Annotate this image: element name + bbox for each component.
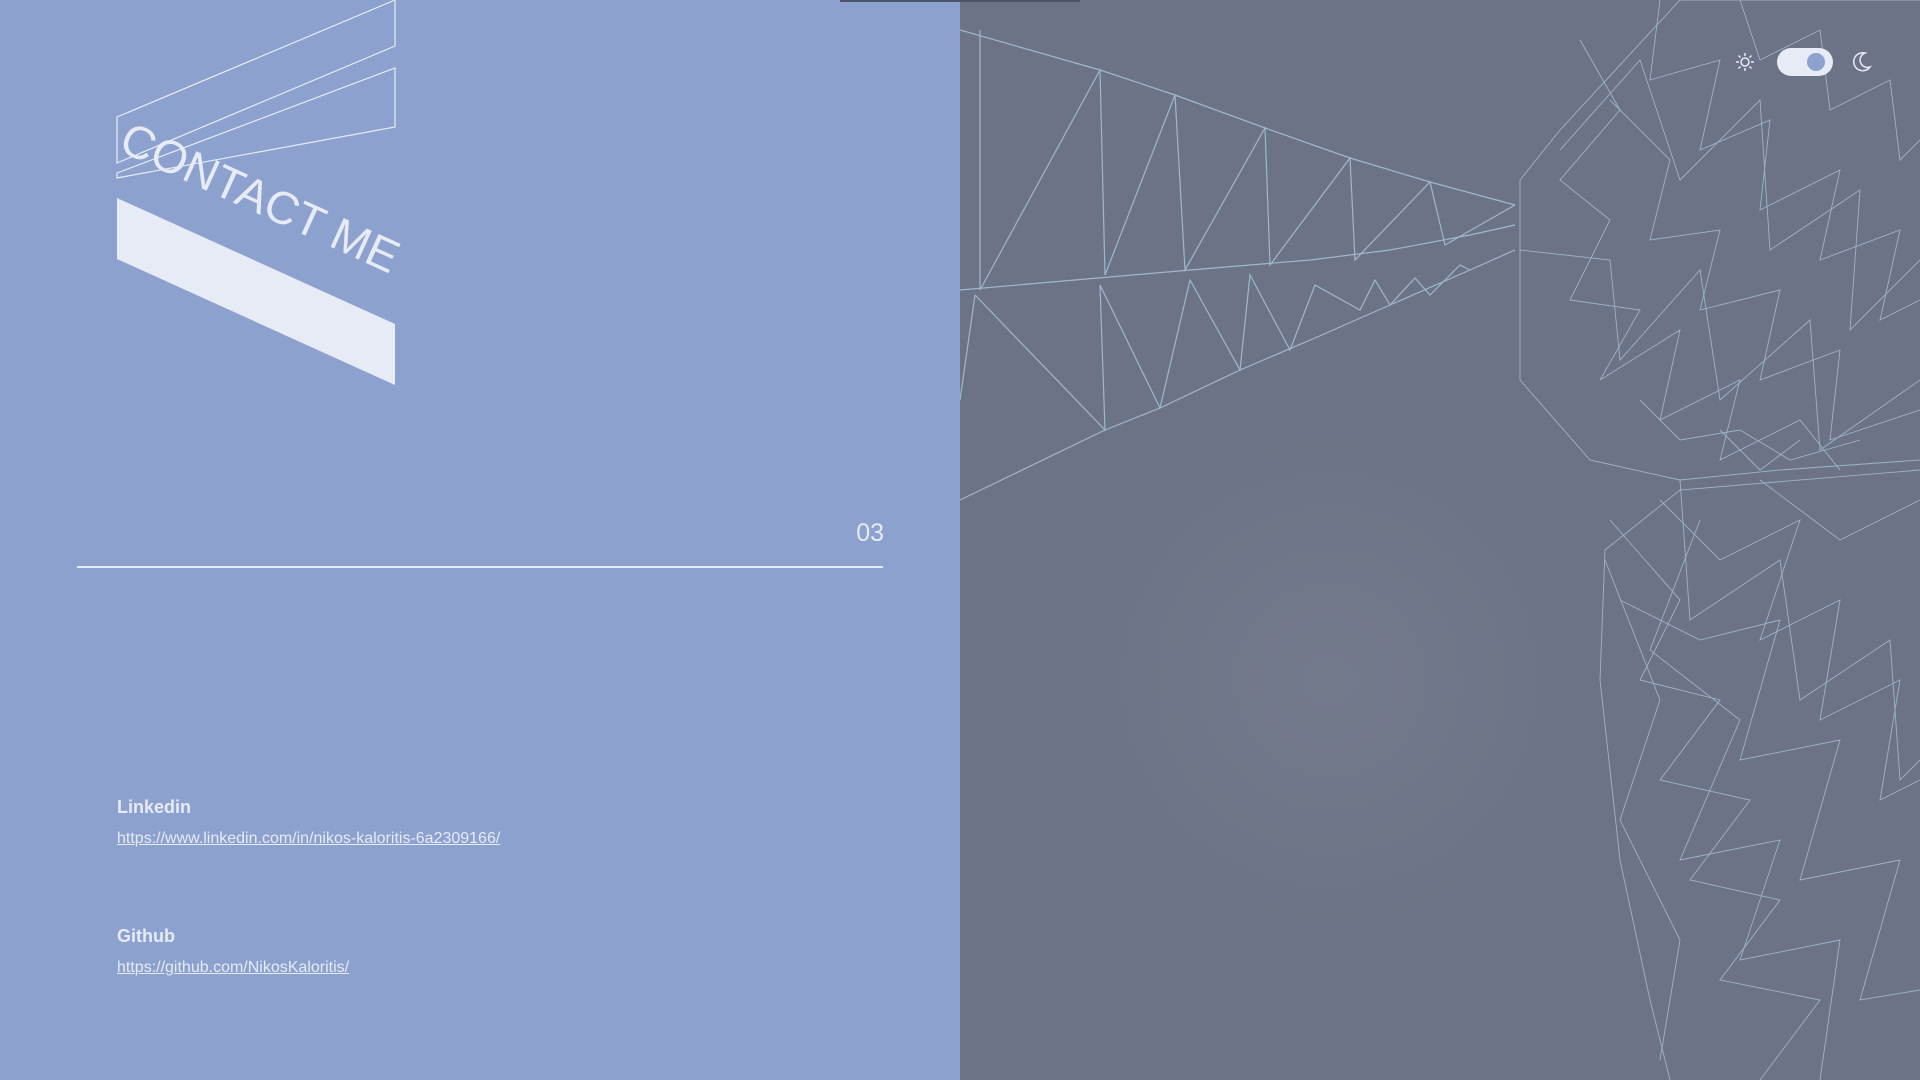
github-contact: Github https://github.com/NikosKaloritis… [117,926,349,977]
sun-icon[interactable] [1735,52,1755,72]
top-indicator-bar [840,0,1080,2]
contact-heading-graphic: CONTACT ME [113,0,407,385]
linkedin-contact: Linkedin https://www.linkedin.com/in/nik… [117,797,500,848]
wireframe-panel [960,0,1920,1080]
background-glow [1070,420,1590,940]
theme-toggle[interactable] [1777,48,1833,76]
github-label: Github [117,926,175,946]
github-link[interactable]: https://github.com/NikosKaloritis/ [117,959,349,977]
moon-icon[interactable] [1852,51,1872,73]
contact-panel: CONTACT ME 03 Linkedin https://www.linke… [0,0,960,1080]
linkedin-label: Linkedin [117,797,192,817]
section-number: 03 [856,519,884,547]
toggle-knob [1807,53,1825,71]
linkedin-link[interactable]: https://www.linkedin.com/in/nikos-kalori… [117,830,500,848]
section-divider [77,566,883,568]
theme-switch [1735,46,1875,78]
